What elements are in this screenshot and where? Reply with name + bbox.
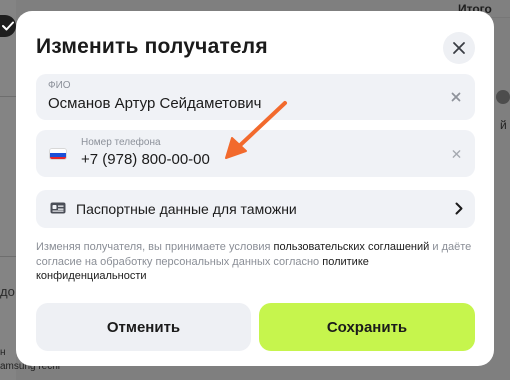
save-button[interactable]: Сохранить xyxy=(259,303,475,351)
terms-text: Изменяя получателя, вы принимаете услови… xyxy=(36,240,476,284)
user-agreements-link[interactable]: пользовательских соглашений xyxy=(274,241,430,253)
clear-name-icon[interactable] xyxy=(451,92,461,102)
terms-part-1: Изменяя получателя, вы принимаете услови… xyxy=(36,241,274,253)
phone-value[interactable]: +7 (978) 800-00-00 xyxy=(81,151,210,168)
passport-data-button[interactable]: Паспортные данные для таможни xyxy=(36,190,475,228)
background-left-panel xyxy=(0,0,16,380)
russia-flag-icon[interactable] xyxy=(49,148,67,160)
background-divider xyxy=(0,256,16,257)
close-icon xyxy=(453,42,465,54)
id-card-icon xyxy=(50,202,66,214)
check-icon xyxy=(2,21,14,31)
full-name-label: ФИО xyxy=(48,80,71,91)
modal-title: Изменить получателя xyxy=(36,35,268,58)
add-icon[interactable] xyxy=(496,90,510,104)
phone-label: Номер телефона xyxy=(81,137,161,148)
background-divider xyxy=(0,96,16,97)
passport-label: Паспортные данные для таможни xyxy=(76,201,297,217)
edit-recipient-modal: Изменить получателя ФИО Османов Артур Се… xyxy=(16,11,494,366)
clear-phone-icon[interactable] xyxy=(452,149,461,158)
full-name-field[interactable]: ФИО Османов Артур Сейдаметович xyxy=(36,74,475,120)
close-button[interactable] xyxy=(443,32,475,64)
chevron-right-icon xyxy=(455,202,463,215)
phone-field[interactable]: Номер телефона +7 (978) 800-00-00 xyxy=(36,130,475,177)
full-name-value[interactable]: Османов Артур Сейдаметович xyxy=(48,95,262,112)
summary-small-text: й xyxy=(500,118,507,132)
background-left-text: до xyxy=(0,284,15,299)
cancel-button[interactable]: Отменить xyxy=(36,303,251,351)
